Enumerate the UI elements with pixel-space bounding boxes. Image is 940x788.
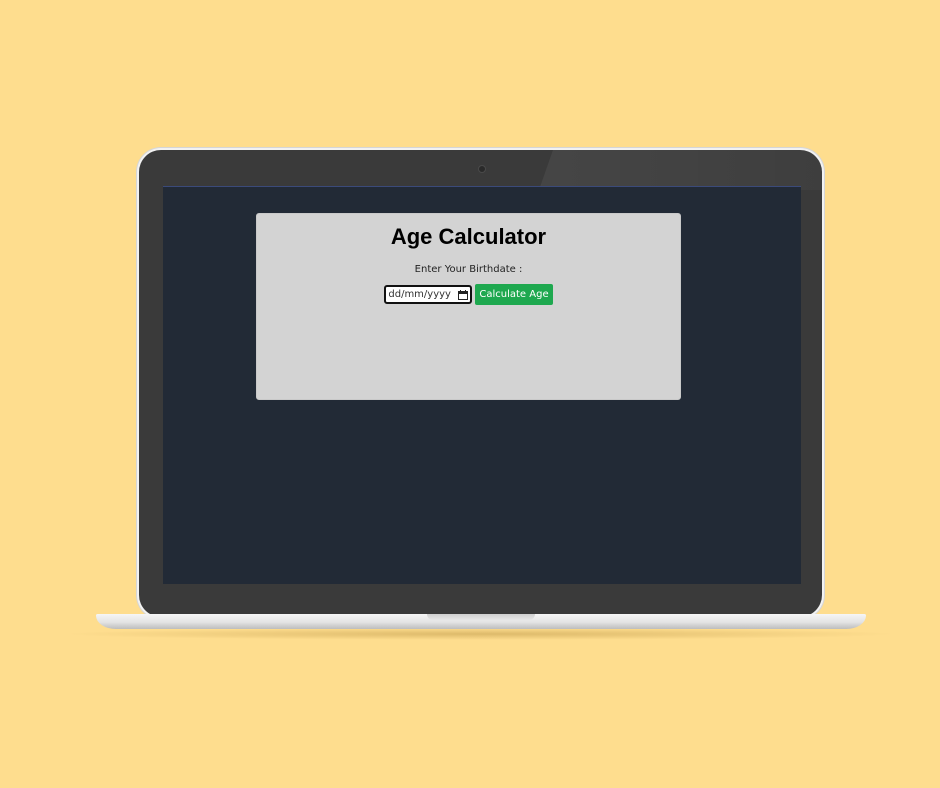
page-title: Age Calculator bbox=[390, 224, 547, 249]
webcam-icon bbox=[479, 166, 485, 172]
laptop-lid: Age Calculator Enter Your Birthdate : dd… bbox=[139, 150, 822, 617]
calendar-icon[interactable] bbox=[458, 289, 469, 300]
birthdate-label: Enter Your Birthdate : bbox=[414, 264, 523, 275]
birthdate-input[interactable]: dd/mm/yyyy bbox=[384, 285, 473, 304]
input-row: dd/mm/yyyy Calculate Age bbox=[257, 284, 680, 305]
laptop-shadow bbox=[60, 628, 900, 640]
age-calculator-card: Age Calculator Enter Your Birthdate : dd… bbox=[256, 213, 681, 400]
base-notch bbox=[427, 614, 535, 620]
lid-reflection bbox=[539, 150, 822, 190]
calculate-age-button[interactable]: Calculate Age bbox=[475, 284, 553, 305]
laptop-mockup: Age Calculator Enter Your Birthdate : dd… bbox=[0, 0, 940, 788]
laptop-base bbox=[96, 614, 866, 629]
date-placeholder: dd/mm/yyyy bbox=[388, 289, 451, 300]
laptop-screen: Age Calculator Enter Your Birthdate : dd… bbox=[163, 186, 801, 584]
